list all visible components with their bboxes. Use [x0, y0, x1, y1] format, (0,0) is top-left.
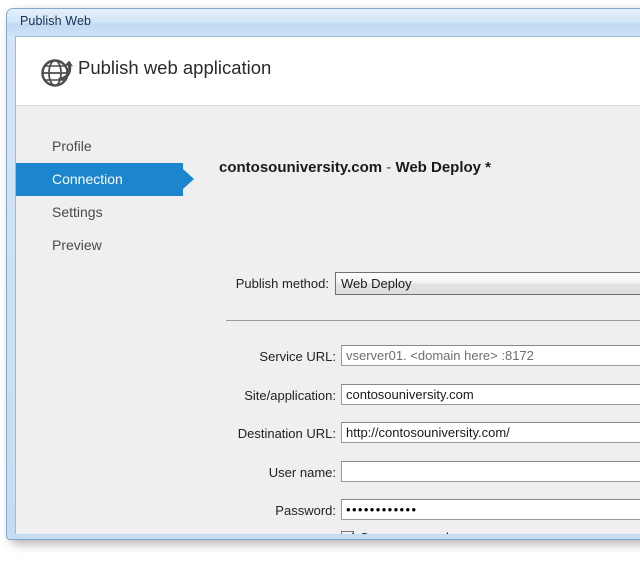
globe-publish-icon — [38, 52, 78, 92]
section-divider — [226, 320, 640, 321]
page-body: Profile Connection Settings Preview — [16, 106, 640, 534]
title-bar[interactable]: Publish Web — [7, 9, 640, 37]
connection-settings-pane: contosouniversity.com - Web Deploy * Pub… — [16, 106, 640, 534]
checkbox-box — [341, 531, 354, 534]
password-label: Password: — [156, 503, 336, 518]
desktop-background: Publish Web Publish web applic — [0, 0, 640, 562]
site-application-label: Site/application: — [156, 388, 336, 403]
service-url-input[interactable]: vserver01. <domain here> :8172 — [341, 345, 640, 366]
window-title: Publish Web — [20, 14, 91, 28]
password-input[interactable]: •••••••••••• — [341, 499, 640, 520]
publish-method-label: Publish method: — [149, 276, 329, 291]
destination-url-label: Destination URL: — [156, 426, 336, 441]
page-header: Publish web application — [16, 37, 640, 106]
publish-web-dialog: Publish Web Publish web applic — [6, 8, 640, 540]
save-password-label: Save password — [360, 530, 449, 534]
page-title: Publish web application — [78, 57, 271, 79]
profile-method: Web Deploy — [395, 159, 481, 176]
dialog-client-area: Publish web application Profile Connecti… — [15, 36, 640, 534]
user-name-input[interactable] — [341, 461, 640, 482]
user-name-label: User name: — [156, 465, 336, 480]
profile-separator: - — [382, 159, 395, 176]
profile-heading: contosouniversity.com - Web Deploy * — [219, 159, 491, 176]
service-url-label: Service URL: — [156, 349, 336, 364]
site-application-input[interactable]: contosouniversity.com — [341, 384, 640, 405]
profile-name: contosouniversity.com — [219, 159, 382, 176]
password-masked-value: •••••••••••• — [346, 502, 417, 517]
destination-url-input[interactable]: http://contosouniversity.com/ — [341, 422, 640, 443]
publish-method-combobox[interactable]: Web Deploy — [335, 272, 640, 295]
profile-dirty-marker: * — [481, 159, 491, 176]
